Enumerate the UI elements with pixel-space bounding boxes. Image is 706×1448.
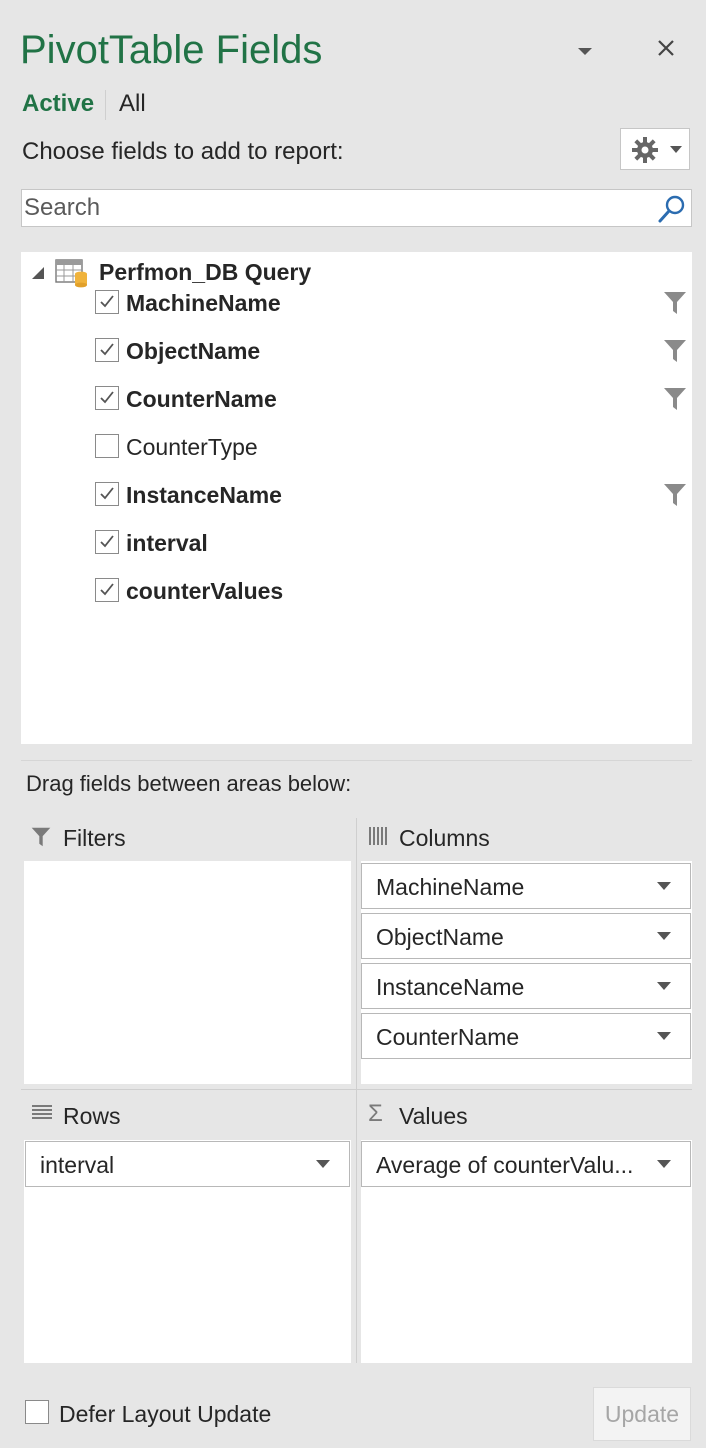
- filters-area-label: Filters: [63, 825, 126, 851]
- pill-label: InstanceName: [376, 974, 525, 1000]
- chevron-down-icon[interactable]: [656, 931, 672, 941]
- chevron-down-icon[interactable]: [656, 1159, 672, 1169]
- rows-area-label: Rows: [63, 1103, 121, 1129]
- columns-drop-area[interactable]: MachineName ObjectName InstanceName Coun…: [361, 861, 692, 1084]
- field-label: CounterType: [126, 434, 258, 460]
- tab-divider: [105, 90, 106, 120]
- tab-active[interactable]: Active: [22, 90, 94, 118]
- filter-icon: [664, 340, 686, 362]
- search-box[interactable]: [21, 189, 692, 227]
- columns-field-machinename[interactable]: MachineName: [361, 863, 691, 909]
- field-label: CounterName: [126, 386, 277, 412]
- filter-icon: [664, 292, 686, 314]
- chevron-down-icon[interactable]: [656, 1031, 672, 1041]
- chevron-down-icon[interactable]: [656, 981, 672, 991]
- pill-label: MachineName: [376, 874, 525, 900]
- field-checkbox[interactable]: [95, 338, 119, 362]
- section-divider: [21, 760, 692, 761]
- chevron-down-icon[interactable]: [656, 881, 672, 891]
- pill-label: CounterName: [376, 1024, 520, 1050]
- field-label: interval: [126, 530, 208, 556]
- choose-fields-label: Choose fields to add to report:: [22, 138, 344, 165]
- table-name: Perfmon_DB Query: [99, 259, 312, 285]
- area-vertical-divider: [356, 818, 357, 1363]
- field-checkbox[interactable]: [95, 434, 119, 458]
- field-checkbox[interactable]: [95, 386, 119, 410]
- field-label: InstanceName: [126, 482, 282, 508]
- columns-icon: [369, 827, 387, 845]
- field-checkbox[interactable]: [95, 290, 119, 314]
- filter-icon: [664, 388, 686, 410]
- rows-icon: [32, 1105, 52, 1119]
- field-checkbox[interactable]: [95, 482, 119, 506]
- tools-settings-button[interactable]: [620, 128, 690, 170]
- field-row-objectname[interactable]: ObjectName: [21, 336, 692, 384]
- field-list: Perfmon_DB Query MachineName ObjectName …: [21, 252, 692, 744]
- filters-drop-area[interactable]: [24, 861, 351, 1084]
- rows-drop-area[interactable]: interval: [24, 1140, 351, 1363]
- values-area-label: Values: [399, 1103, 468, 1129]
- gear-icon: [632, 137, 658, 163]
- close-icon[interactable]: [656, 38, 676, 58]
- columns-area-label: Columns: [399, 825, 490, 851]
- pill-label: ObjectName: [376, 924, 504, 950]
- tab-all[interactable]: All: [119, 90, 146, 118]
- field-row-machinename[interactable]: MachineName: [21, 288, 692, 336]
- field-label: ObjectName: [126, 338, 261, 364]
- defer-layout-label[interactable]: Defer Layout Update: [59, 1400, 271, 1428]
- field-row-interval[interactable]: interval: [21, 528, 692, 576]
- field-row-countername[interactable]: CounterName: [21, 384, 692, 432]
- pill-label: interval: [40, 1152, 115, 1178]
- field-label: counterValues: [126, 578, 284, 604]
- sigma-icon: Σ: [368, 1100, 383, 1127]
- rows-field-interval[interactable]: interval: [25, 1141, 350, 1187]
- search-icon[interactable]: [657, 194, 687, 224]
- field-checkbox[interactable]: [95, 530, 119, 554]
- columns-field-countername[interactable]: CounterName: [361, 1013, 691, 1059]
- values-drop-area[interactable]: Average of counterValu...: [361, 1140, 692, 1363]
- filter-icon: [31, 827, 51, 847]
- field-row-countervalues[interactable]: counterValues: [21, 576, 692, 624]
- field-checkbox[interactable]: [95, 578, 119, 602]
- pill-label: Average of counterValu...: [376, 1152, 634, 1178]
- chevron-down-icon[interactable]: [574, 40, 596, 62]
- field-row-instancename[interactable]: InstanceName: [21, 480, 692, 528]
- field-row-countertype[interactable]: CounterType: [21, 432, 692, 480]
- table-icon: [55, 259, 87, 288]
- field-label: MachineName: [126, 290, 281, 316]
- panel-title: PivotTable Fields: [20, 28, 323, 72]
- chevron-down-icon[interactable]: [315, 1159, 331, 1169]
- area-horizontal-divider: [21, 1089, 692, 1090]
- chevron-down-icon: [670, 146, 682, 153]
- drag-fields-label: Drag fields between areas below:: [26, 771, 352, 796]
- defer-layout-checkbox[interactable]: [25, 1400, 49, 1424]
- collapse-triangle-icon[interactable]: [31, 266, 45, 280]
- search-input[interactable]: [24, 192, 644, 224]
- columns-field-instancename[interactable]: InstanceName: [361, 963, 691, 1009]
- values-field-average-countervalues[interactable]: Average of counterValu...: [361, 1141, 691, 1187]
- update-button[interactable]: Update: [593, 1387, 691, 1441]
- columns-field-objectname[interactable]: ObjectName: [361, 913, 691, 959]
- filter-icon: [664, 484, 686, 506]
